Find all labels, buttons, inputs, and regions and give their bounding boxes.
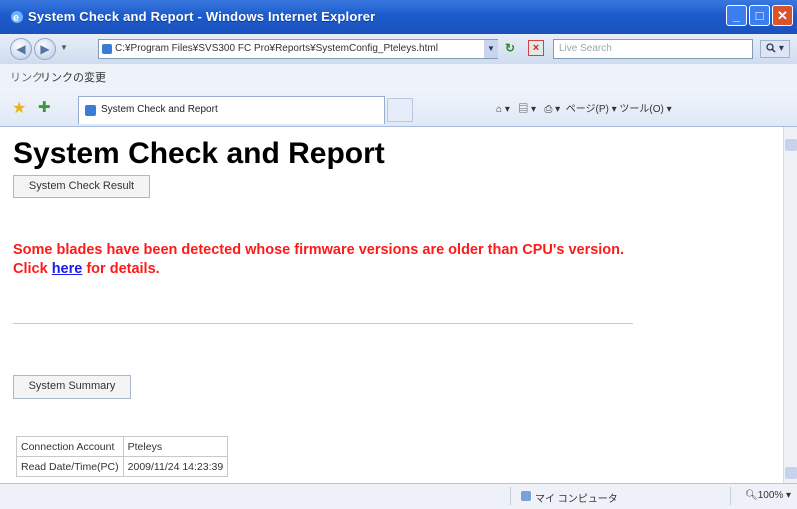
warning-after-link: for details. bbox=[82, 261, 160, 277]
refresh-icon[interactable]: ↻ bbox=[505, 41, 515, 55]
scroll-up-arrow[interactable] bbox=[785, 139, 797, 151]
row-value: Pteleys bbox=[122, 436, 229, 457]
page-title: System Check and Report bbox=[13, 137, 385, 170]
table-row: Connection Account Pteleys bbox=[16, 436, 229, 457]
zoom-level[interactable]: 🔍︎100% ▾ bbox=[745, 490, 791, 501]
tab-system-check[interactable]: System Check and Report bbox=[78, 96, 385, 124]
status-separator bbox=[510, 487, 511, 505]
links-customize-link[interactable]: リンクの変更 bbox=[40, 69, 106, 85]
maximize-button[interactable]: □ bbox=[749, 5, 770, 26]
address-dropdown-icon[interactable]: ▼ bbox=[484, 40, 498, 58]
page-icon bbox=[102, 44, 112, 54]
feeds-icon[interactable]: ▤ ▾ bbox=[518, 104, 536, 115]
summary-table: Connection Account Pteleys Read Date/Tim… bbox=[16, 436, 229, 477]
history-dropdown-icon[interactable]: ▼ bbox=[60, 43, 68, 52]
system-summary-button[interactable]: System Summary bbox=[13, 375, 131, 399]
status-bar: マイ コンピュータ 🔍︎100% ▾ bbox=[0, 483, 797, 509]
close-button[interactable]: ✕ bbox=[772, 5, 793, 26]
ie-logo-icon: e bbox=[11, 11, 23, 24]
scroll-down-arrow[interactable] bbox=[785, 467, 797, 479]
tab-label: System Check and Report bbox=[101, 104, 218, 115]
favorites-star-icon[interactable]: ★ bbox=[12, 98, 26, 118]
search-button[interactable]: ▾ bbox=[760, 40, 790, 58]
row-label: Read Date/Time(PC) bbox=[16, 456, 124, 477]
warning-text: Some blades have been detected whose fir… bbox=[13, 242, 625, 258]
zoom-value: 100% bbox=[757, 490, 784, 501]
details-link[interactable]: here bbox=[52, 261, 83, 277]
add-favorite-icon[interactable]: ✚ bbox=[38, 98, 51, 116]
vertical-scrollbar[interactable] bbox=[783, 127, 797, 483]
row-value: 2009/11/24 14:23:39 bbox=[122, 456, 229, 477]
tab-bar: ★ ✚ System Check and Report ⌂ ▾ ▤ ▾ ⎙ ▾ … bbox=[0, 88, 797, 127]
status-separator bbox=[730, 487, 731, 505]
row-label: Connection Account bbox=[16, 436, 124, 457]
security-zone[interactable]: マイ コンピュータ bbox=[535, 490, 618, 505]
computer-zone-icon bbox=[521, 491, 531, 501]
window-titlebar: e System Check and Report - Windows Inte… bbox=[0, 0, 797, 34]
links-bar: リンク リンクの変更 bbox=[0, 64, 797, 89]
search-icon bbox=[766, 43, 776, 53]
tab-page-icon bbox=[85, 105, 96, 116]
command-bar[interactable]: ⌂ ▾ ▤ ▾ ⎙ ▾ ページ(P) ▾ ツール(O) ▾ bbox=[496, 100, 672, 115]
links-label: リンク bbox=[10, 72, 43, 84]
divider bbox=[13, 323, 633, 324]
table-row: Read Date/Time(PC) 2009/11/24 14:23:39 bbox=[16, 456, 229, 477]
search-input[interactable]: Live Search bbox=[553, 39, 753, 59]
firmware-warning: Some blades have been detected whose fir… bbox=[13, 241, 773, 279]
home-icon[interactable]: ⌂ ▾ bbox=[496, 104, 510, 115]
new-tab-button[interactable] bbox=[387, 98, 413, 122]
stop-icon[interactable]: × bbox=[528, 40, 544, 56]
forward-button[interactable]: ▶ bbox=[34, 38, 56, 60]
svg-text:e: e bbox=[13, 12, 19, 24]
back-button[interactable]: ◀ bbox=[10, 38, 32, 60]
page-content: System Check and Report System Check Res… bbox=[0, 127, 783, 483]
minimize-button[interactable]: _ bbox=[726, 5, 747, 26]
address-toolbar: ◀ ▶ ▼ C:¥Program Files¥SVS300 FC Pro¥Rep… bbox=[0, 34, 797, 65]
print-icon[interactable]: ⎙ ▾ bbox=[544, 104, 560, 115]
address-url: C:¥Program Files¥SVS300 FC Pro¥Reports¥S… bbox=[115, 43, 438, 54]
warning-click: Click bbox=[13, 261, 52, 277]
page-tools-menu[interactable]: ページ(P) ▾ ツール(O) ▾ bbox=[566, 104, 672, 115]
system-check-result-button[interactable]: System Check Result bbox=[13, 175, 150, 198]
address-input[interactable]: C:¥Program Files¥SVS300 FC Pro¥Reports¥S… bbox=[98, 39, 498, 59]
window-title: System Check and Report - Windows Intern… bbox=[28, 9, 376, 24]
